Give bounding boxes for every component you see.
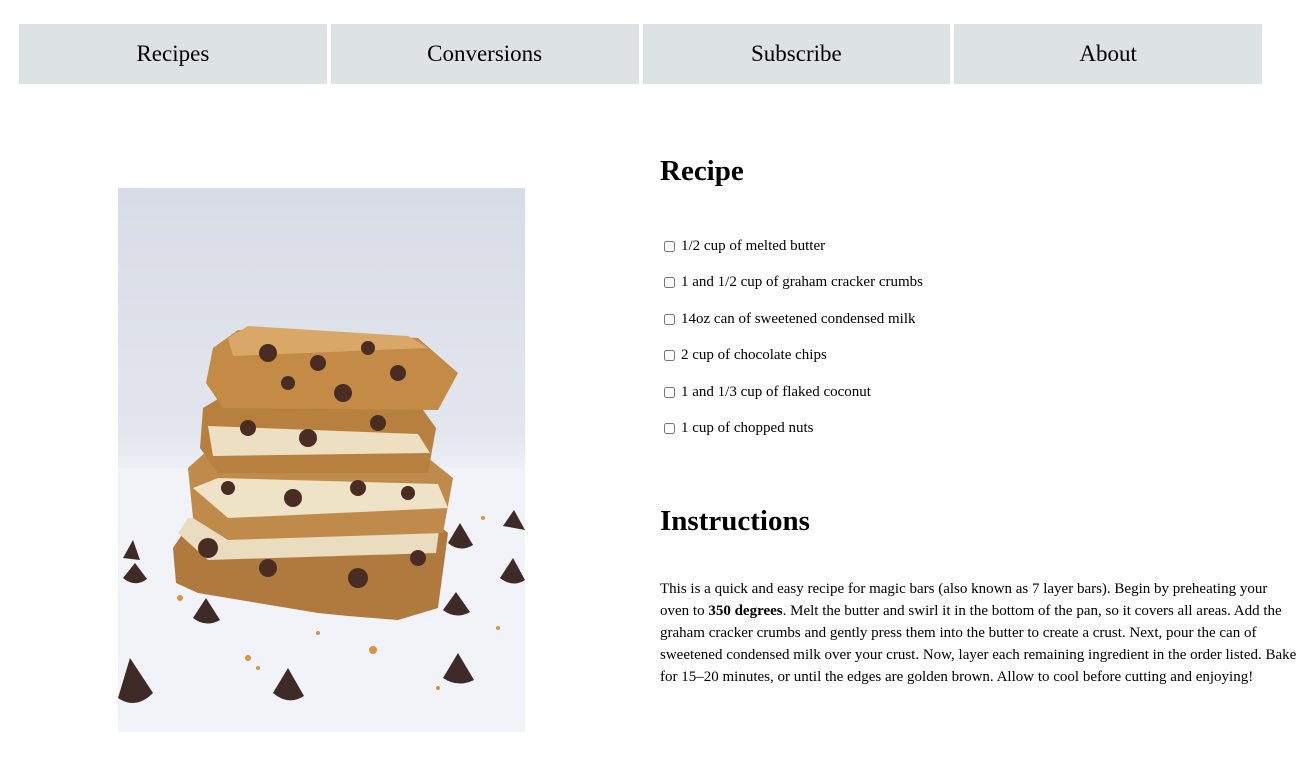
recipe-content: Recipe 1/2 cup of melted butter 1 and 1/… — [660, 150, 1300, 685]
instructions-text: This is a quick and easy recipe for magi… — [660, 578, 1300, 688]
nav-subscribe[interactable]: Subscribe — [642, 24, 951, 84]
top-navigation: Recipes Conversions Subscribe About — [19, 24, 1262, 84]
ingredient-checkbox[interactable] — [664, 313, 675, 325]
ingredient-item: 1 cup of chopped nuts — [660, 411, 923, 448]
ingredient-item: 14oz can of sweetened condensed milk — [660, 301, 923, 338]
nav-conversions[interactable]: Conversions — [330, 24, 639, 84]
ingredient-checkbox[interactable] — [664, 423, 675, 435]
oven-temperature: 350 degrees — [708, 603, 783, 619]
ingredient-label: 1 and 1/3 cup of flaked coconut — [681, 383, 871, 400]
recipe-heading: Recipe — [660, 155, 744, 187]
nav-recipes[interactable]: Recipes — [19, 24, 327, 84]
ingredient-item: 1 and 1/3 cup of flaked coconut — [660, 374, 923, 411]
ingredient-label: 14oz can of sweetened condensed milk — [681, 310, 916, 327]
ingredient-checkbox[interactable] — [664, 350, 675, 362]
ingredient-label: 1 cup of chopped nuts — [681, 420, 814, 437]
ingredient-item: 1/2 cup of melted butter — [660, 228, 923, 265]
ingredient-checkbox[interactable] — [664, 240, 675, 252]
magic-bars-photo — [118, 188, 525, 732]
nav-about[interactable]: About — [954, 24, 1262, 84]
ingredient-label: 1 and 1/2 cup of graham cracker crumbs — [681, 274, 923, 291]
instructions-heading: Instructions — [660, 505, 810, 537]
ingredient-list: 1/2 cup of melted butter 1 and 1/2 cup o… — [660, 228, 923, 447]
ingredient-label: 1/2 cup of melted butter — [681, 237, 826, 254]
ingredient-label: 2 cup of chocolate chips — [681, 347, 827, 364]
ingredient-checkbox[interactable] — [664, 386, 675, 398]
ingredient-item: 1 and 1/2 cup of graham cracker crumbs — [660, 265, 923, 302]
ingredient-checkbox[interactable] — [664, 277, 675, 289]
ingredient-item: 2 cup of chocolate chips — [660, 338, 923, 375]
